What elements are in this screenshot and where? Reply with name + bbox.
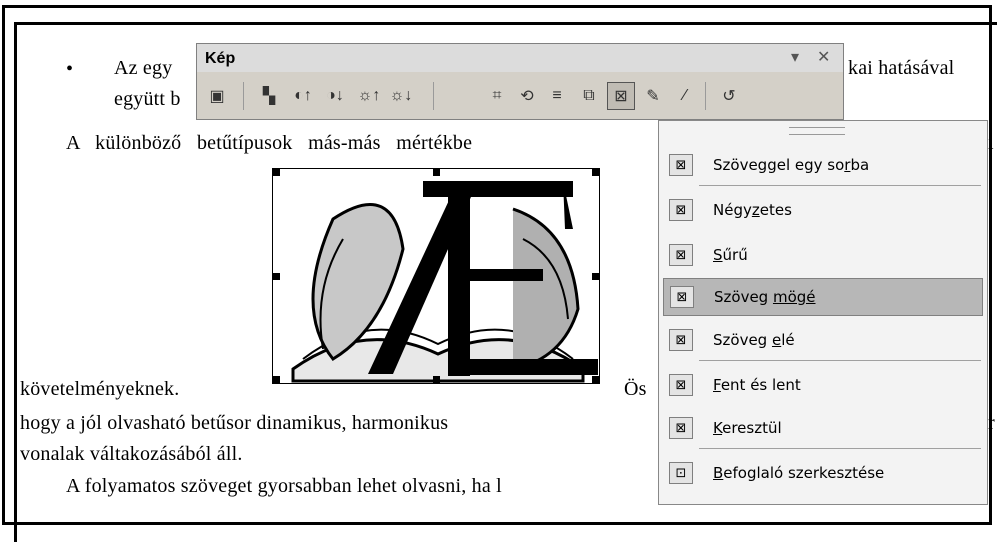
menu-item-label: Szöveggel egy sorba [713, 156, 870, 174]
menu-item-edit-wrap-points[interactable]: ⊡ Befoglaló szerkesztése [663, 454, 983, 492]
menu-item-in-front-of-text[interactable]: ⊠ Szöveg elé [663, 321, 983, 359]
text-line-3: A különböző betűtípusok más-más mértékbe [66, 132, 473, 154]
text-line-1a: Az egy [114, 57, 173, 79]
wrap-option-icon: ⊠ [669, 154, 693, 176]
resize-handle-nw[interactable] [273, 169, 280, 176]
toolbar-separator [705, 82, 706, 110]
wrap-option-icon: ⊠ [669, 329, 693, 351]
text-line-2: együtt b [114, 88, 181, 110]
menu-item-label: Négyzetes [713, 201, 792, 219]
text-line-6: vonalak váltakozásából áll. [20, 443, 243, 465]
menu-separator [699, 185, 981, 186]
menu-separator [699, 448, 981, 449]
color-icon[interactable]: ▚ [255, 82, 283, 110]
line-style-icon[interactable]: ≡ [543, 82, 571, 110]
menu-item-square[interactable]: ⊠ Négyzetes [663, 191, 983, 229]
resize-handle-sw[interactable] [273, 376, 280, 383]
resize-handle-e[interactable] [592, 273, 599, 280]
toolbar-options-icon[interactable]: ▾ [791, 47, 799, 67]
bullet: • [66, 58, 74, 80]
crop-icon[interactable]: ⌗ [483, 82, 511, 110]
menu-item-inline[interactable]: ⊠ Szöveggel egy sorba [663, 146, 983, 184]
wrap-option-icon: ⊠ [670, 286, 694, 308]
text-line-3-tail: i [988, 132, 994, 154]
text-line-1b: kai hatásával [848, 57, 955, 79]
resize-handle-w[interactable] [273, 273, 280, 280]
menu-item-top-and-bottom[interactable]: ⊠ Fent és lent [663, 366, 983, 404]
set-transparent-color-icon[interactable]: ⁄ [671, 82, 699, 110]
less-brightness-icon[interactable]: ☼↓ [387, 82, 415, 110]
menu-drag-grip[interactable] [789, 127, 845, 135]
menu-item-label: Szöveg elé [713, 331, 795, 349]
wrap-option-icon: ⊡ [669, 462, 693, 484]
text-line-4-tail: Ös [624, 378, 647, 400]
resize-handle-n[interactable] [433, 169, 440, 176]
wrap-option-icon: ⊠ [669, 244, 693, 266]
rotate-left-icon[interactable]: ⟲ [513, 82, 541, 110]
menu-item-through[interactable]: ⊠ Keresztül [663, 409, 983, 447]
less-contrast-icon[interactable]: ◑↓ [321, 82, 349, 110]
menu-item-label: Befoglaló szerkesztése [713, 464, 885, 482]
wrap-option-icon: ⊠ [669, 199, 693, 221]
text-line-5-tail: r [988, 412, 995, 434]
text-wrapping-icon[interactable]: ⊠ [607, 82, 635, 110]
menu-item-label: Keresztül [713, 419, 782, 437]
text-line-7: A folyamatos szöveget gyorsabban lehet o… [66, 475, 502, 497]
picture-toolbar: Kép ▾ ✕ ▣ ▚ ◐↑ ◑↓ ☼↑ ☼↓ ⌗ ⟲ ≡ ⧉ ⊠ ✎ ⁄ ↺ [196, 43, 844, 120]
toolbar-separator [243, 82, 244, 110]
format-picture-icon[interactable]: ✎ [639, 82, 667, 110]
toolbar-separator [433, 82, 434, 110]
resize-handle-se[interactable] [592, 376, 599, 383]
menu-item-label: Szöveg mögé [714, 288, 816, 306]
toolbar-title: Kép [205, 50, 236, 67]
book-logo-image [291, 181, 598, 383]
wrap-option-icon: ⊠ [669, 374, 693, 396]
menu-item-tight[interactable]: ⊠ Sűrű [663, 236, 983, 274]
menu-item-label: Fent és lent [713, 376, 801, 394]
more-contrast-icon[interactable]: ◐↑ [289, 82, 317, 110]
text-line-5: hogy a jól olvasható betűsor dinamikus, … [20, 412, 449, 434]
resize-handle-ne[interactable] [592, 169, 599, 176]
text-line-4: követelményeknek. [20, 378, 180, 400]
reset-picture-icon[interactable]: ↺ [715, 82, 743, 110]
toolbar-title-bar[interactable]: Kép ▾ ✕ [197, 44, 843, 72]
insert-picture-icon[interactable]: ▣ [203, 82, 231, 110]
text-wrapping-menu: ⊠ Szöveggel egy sorba ⊠ Négyzetes ⊠ Sűrű ⊠ Szöv… [658, 120, 988, 505]
menu-separator [699, 360, 981, 361]
wrap-option-icon: ⊠ [669, 417, 693, 439]
menu-item-behind-text[interactable]: ⊠ Szöveg mögé [663, 278, 983, 316]
resize-handle-s[interactable] [433, 376, 440, 383]
more-brightness-icon[interactable]: ☼↑ [355, 82, 383, 110]
selected-picture[interactable] [272, 168, 600, 384]
toolbar-close-icon[interactable]: ✕ [817, 47, 830, 67]
menu-item-label: Sűrű [713, 246, 748, 264]
compress-pictures-icon[interactable]: ⧉ [575, 82, 603, 110]
